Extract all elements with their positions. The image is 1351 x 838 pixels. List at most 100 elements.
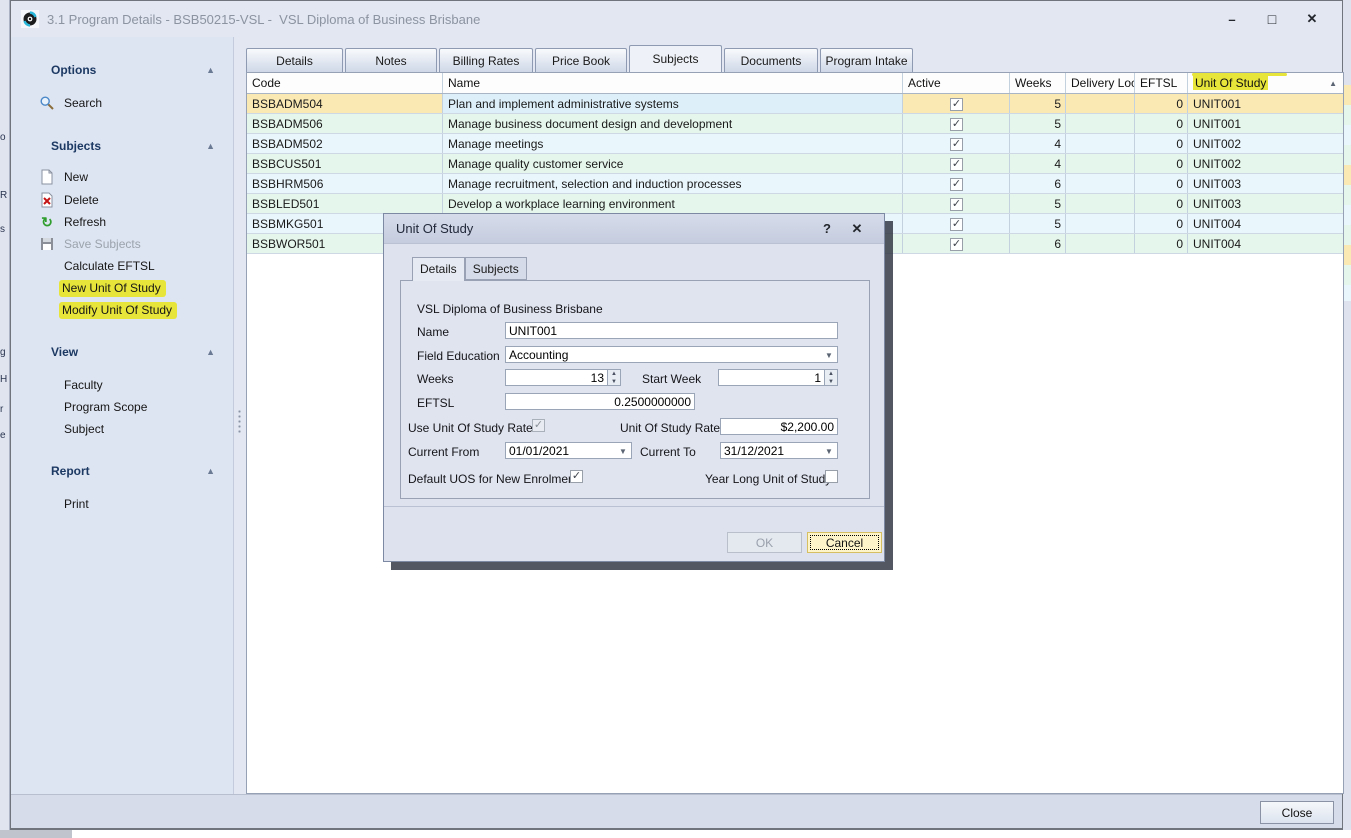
active-checkbox[interactable]: ✓ — [950, 98, 963, 111]
active-checkbox[interactable]: ✓ — [950, 158, 963, 171]
window-titlebar[interactable]: 3.1 Program Details - BSB50215-VSL - VSL… — [11, 1, 1342, 37]
dialog-help-button[interactable]: ? — [812, 221, 842, 236]
splitter-handle[interactable] — [237, 409, 242, 435]
sidebar-section-report[interactable]: Report ▲ — [51, 464, 221, 480]
sidebar-section-subjects[interactable]: Subjects ▲ — [51, 139, 221, 155]
start-week-spin-buttons[interactable]: ▲▼ — [825, 369, 838, 386]
cell-weeks: 6 — [1010, 174, 1066, 193]
active-checkbox[interactable]: ✓ — [950, 118, 963, 131]
current-to-label: Current To — [640, 445, 696, 459]
current-from-picker[interactable] — [505, 442, 632, 459]
weeks-spin-buttons[interactable]: ▲▼ — [608, 369, 621, 386]
eftsl-input[interactable] — [505, 393, 695, 410]
sidebar-item-calculate-eftsl[interactable]: Calculate EFTSL — [64, 257, 155, 275]
sidebar-item-faculty[interactable]: Faculty — [64, 376, 103, 394]
sidebar-item-program-scope[interactable]: Program Scope — [64, 398, 147, 416]
collapse-icon[interactable]: ▲ — [206, 466, 215, 476]
tab-notes[interactable]: Notes — [345, 48, 437, 72]
cell-code: BSBADM504 — [247, 94, 443, 113]
cell-weeks: 5 — [1010, 194, 1066, 213]
year-long-checkbox[interactable] — [825, 470, 838, 483]
sidebar-item-delete[interactable]: Delete — [39, 191, 99, 209]
name-input[interactable] — [505, 322, 838, 339]
cell-active: ✓ — [903, 174, 1010, 193]
maximize-button[interactable]: □ — [1252, 11, 1292, 27]
sidebar-item-refresh[interactable]: ↻ Refresh — [39, 213, 106, 231]
tab-documents[interactable]: Documents — [724, 48, 818, 72]
column-header-delivery-location[interactable]: Delivery Loca — [1066, 73, 1135, 93]
sidebar-item-search[interactable]: Search — [39, 94, 102, 112]
active-checkbox[interactable]: ✓ — [950, 178, 963, 191]
cell-eftsl: 0 — [1135, 154, 1188, 173]
table-row[interactable]: BSBHRM506Manage recruitment, selection a… — [247, 174, 1343, 194]
collapse-icon[interactable]: ▲ — [206, 347, 215, 357]
background-text-fragment: r — [0, 404, 3, 415]
rate-label: Unit Of Study Rate — [620, 421, 720, 435]
tab-program-intake[interactable]: Program Intake — [820, 48, 913, 72]
active-checkbox[interactable]: ✓ — [950, 238, 963, 251]
tab-price-book[interactable]: Price Book — [535, 48, 627, 72]
table-row[interactable]: BSBCUS501Manage quality customer service… — [247, 154, 1343, 174]
table-row[interactable]: BSBADM504Plan and implement administrati… — [247, 94, 1343, 114]
rate-input[interactable] — [720, 418, 838, 435]
active-checkbox[interactable]: ✓ — [950, 198, 963, 211]
column-header-name[interactable]: Name — [443, 73, 903, 93]
cell-eftsl: 0 — [1135, 234, 1188, 253]
sidebar-item-modify-unit-of-study[interactable]: Modify Unit Of Study — [59, 301, 177, 319]
refresh-icon: ↻ — [39, 214, 55, 230]
cell-code: BSBCUS501 — [247, 154, 443, 173]
column-header-active[interactable]: Active — [903, 73, 1010, 93]
cancel-button[interactable]: Cancel — [807, 532, 882, 553]
table-row[interactable]: BSBADM502Manage meetings✓40UNIT002 — [247, 134, 1343, 154]
sidebar-section-view[interactable]: View ▲ — [51, 345, 221, 361]
dialog-close-button[interactable]: ✕ — [842, 221, 872, 237]
cell-weeks: 4 — [1010, 154, 1066, 173]
tab-details[interactable]: Details — [246, 48, 343, 72]
weeks-stepper[interactable] — [505, 369, 608, 386]
sidebar-section-options[interactable]: Options ▲ — [51, 63, 221, 79]
collapse-icon[interactable]: ▲ — [206, 65, 215, 75]
active-checkbox[interactable]: ✓ — [950, 218, 963, 231]
close-window-button[interactable]: ✕ — [1292, 11, 1332, 27]
close-button[interactable]: Close — [1260, 801, 1334, 824]
cell-eftsl: 0 — [1135, 134, 1188, 153]
dialog-tabstrip: Details Subjects — [412, 257, 527, 281]
active-checkbox[interactable]: ✓ — [950, 138, 963, 151]
background-table-stripes — [1343, 85, 1351, 301]
sidebar-item-subject[interactable]: Subject — [64, 420, 104, 438]
current-to-picker[interactable] — [720, 442, 838, 459]
background-text-fragment: e — [0, 430, 6, 441]
table-row[interactable]: BSBLED501Develop a workplace learning en… — [247, 194, 1343, 214]
grid-header: Code Name Active Weeks Delivery Loca EFT… — [247, 73, 1343, 94]
sidebar-item-new[interactable]: New — [39, 168, 88, 186]
dialog-tab-details[interactable]: Details — [412, 257, 465, 281]
minimize-button[interactable]: – — [1212, 12, 1252, 27]
dialog-tab-subjects[interactable]: Subjects — [465, 257, 527, 280]
column-header-unit-of-study[interactable]: Unit Of Study ▲ — [1188, 73, 1343, 93]
cell-dloc — [1066, 94, 1135, 113]
column-header-weeks[interactable]: Weeks — [1010, 73, 1066, 93]
window-bottom-bar: Close — [11, 794, 1342, 828]
start-week-stepper[interactable] — [718, 369, 825, 386]
cell-name: Develop a workplace learning environment — [443, 194, 903, 213]
delete-icon — [39, 192, 55, 208]
use-rate-label: Use Unit Of Study Rate — [408, 421, 533, 435]
tab-subjects[interactable]: Subjects — [629, 45, 722, 72]
cell-active: ✓ — [903, 214, 1010, 233]
new-page-icon — [39, 169, 55, 185]
field-education-combo[interactable] — [505, 346, 838, 363]
collapse-icon[interactable]: ▲ — [206, 141, 215, 151]
cell-unit: UNIT004 — [1188, 234, 1343, 253]
sidebar-item-new-unit-of-study[interactable]: New Unit Of Study — [59, 279, 166, 297]
column-header-code[interactable]: Code — [247, 73, 443, 93]
use-rate-checkbox: ✓ — [532, 419, 545, 432]
default-uos-checkbox[interactable]: ✓ — [570, 470, 583, 483]
column-header-eftsl[interactable]: EFTSL — [1135, 73, 1188, 93]
table-row[interactable]: BSBADM506Manage business document design… — [247, 114, 1343, 134]
cell-active: ✓ — [903, 154, 1010, 173]
sidebar-item-print[interactable]: Print — [64, 495, 89, 513]
cell-active: ✓ — [903, 114, 1010, 133]
dialog-titlebar[interactable]: Unit Of Study ? ✕ — [384, 214, 884, 244]
tab-billing-rates[interactable]: Billing Rates — [439, 48, 533, 72]
app-icon — [21, 10, 39, 28]
